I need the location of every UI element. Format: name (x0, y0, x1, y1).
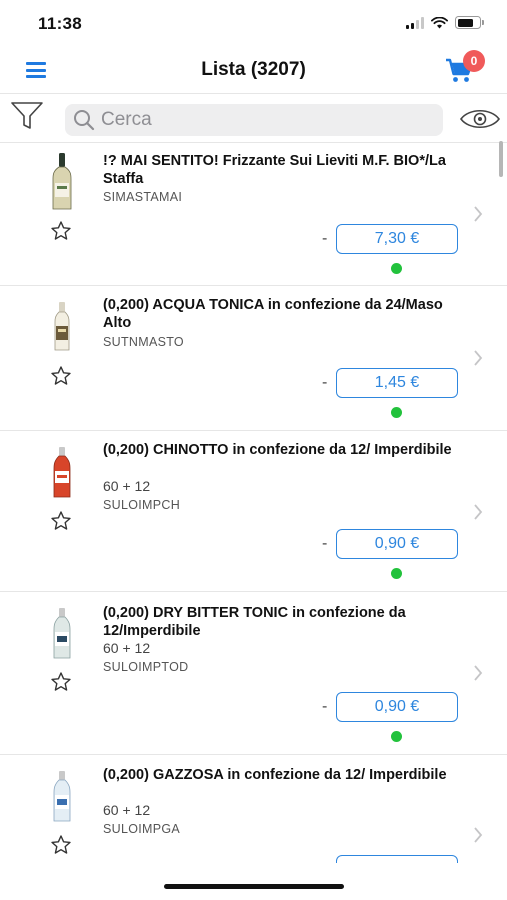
favorite-star-icon[interactable] (51, 672, 71, 691)
price-button[interactable]: 0,90 € (336, 855, 458, 863)
price-button[interactable]: 7,30 € (336, 224, 458, 254)
price-button[interactable]: 0,90 € (336, 692, 458, 722)
chevron-right-icon[interactable] (473, 350, 483, 366)
chevron-right-icon[interactable] (473, 665, 483, 681)
product-code: SIMASTAMAI (103, 190, 183, 204)
home-indicator (164, 884, 344, 889)
product-code: SULOIMPTOD (103, 660, 189, 674)
search-row (0, 95, 507, 143)
product-promo: 60 + 12 (103, 802, 151, 818)
eye-icon[interactable] (459, 107, 501, 136)
product-title: !? MAI SENTITO! Frizzante Sui Lieviti M.… (103, 153, 446, 187)
signal-icon (406, 16, 424, 29)
status-bar: 11:38 (0, 0, 507, 46)
availability-dot (391, 407, 402, 418)
favorite-star-icon[interactable] (51, 511, 71, 530)
product-list: !? MAI SENTITO! Frizzante Sui Lieviti M.… (0, 143, 507, 863)
favorite-star-icon[interactable] (51, 366, 71, 385)
page-title: Lista (3207) (201, 59, 306, 80)
filter-icon[interactable] (10, 101, 44, 136)
product-row[interactable]: (0,200) GAZZOSA in confezione da 12/ Imp… (0, 755, 507, 863)
decrease-button[interactable]: - (322, 374, 327, 392)
soda-bottle-icon (44, 608, 80, 668)
product-promo: 60 + 12 (103, 478, 151, 494)
decrease-button[interactable]: - (322, 535, 327, 553)
search-field[interactable] (65, 104, 443, 136)
price-button[interactable]: 0,90 € (336, 529, 458, 559)
decrease-button[interactable]: - (322, 230, 327, 248)
product-title: (0,200) GAZZOSA in confezione da 12/ Imp… (103, 767, 447, 783)
product-row[interactable]: (0,200) DRY BITTER TONIC in confezione d… (0, 592, 507, 755)
battery-icon (455, 16, 484, 29)
availability-dot (391, 263, 402, 274)
cart-count-badge: 0 (463, 50, 485, 72)
product-title: (0,200) CHINOTTO in confezione da 12/ Im… (103, 442, 452, 458)
soda-bottle-icon (44, 447, 80, 507)
favorite-star-icon[interactable] (51, 835, 71, 854)
availability-dot (391, 568, 402, 579)
product-title: (0,200) DRY BITTER TONIC in confezione d… (103, 605, 406, 639)
product-row[interactable]: !? MAI SENTITO! Frizzante Sui Lieviti M.… (0, 143, 507, 286)
product-row[interactable]: (0,200) CHINOTTO in confezione da 12/ Im… (0, 431, 507, 592)
product-code: SULOIMPCH (103, 498, 181, 512)
chevron-right-icon[interactable] (473, 206, 483, 222)
product-promo: 60 + 12 (103, 640, 151, 656)
chevron-right-icon[interactable] (473, 827, 483, 843)
search-icon (74, 110, 95, 131)
price-button[interactable]: 1,45 € (336, 368, 458, 398)
product-title: (0,200) ACQUA TONICA in confezione da 24… (103, 297, 443, 331)
search-input[interactable] (101, 109, 421, 131)
decrease-button[interactable]: - (322, 861, 327, 863)
small-bottle-icon (44, 302, 80, 362)
decrease-button[interactable]: - (322, 698, 327, 716)
scrollbar[interactable] (499, 141, 503, 177)
product-code: SULOIMPGA (103, 822, 181, 836)
soda-bottle-icon (44, 771, 80, 831)
chevron-right-icon[interactable] (473, 504, 483, 520)
status-icons (406, 16, 484, 29)
wine-bottle-icon (44, 153, 80, 213)
cart-button[interactable]: 0 (445, 50, 485, 84)
status-time: 11:38 (38, 14, 83, 33)
wifi-icon (431, 16, 448, 29)
product-row[interactable]: (0,200) ACQUA TONICA in confezione da 24… (0, 286, 507, 431)
nav-bar: Lista (3207) 0 (0, 46, 507, 94)
product-code: SUTNMASTO (103, 335, 184, 349)
availability-dot (391, 731, 402, 742)
favorite-star-icon[interactable] (51, 221, 71, 240)
